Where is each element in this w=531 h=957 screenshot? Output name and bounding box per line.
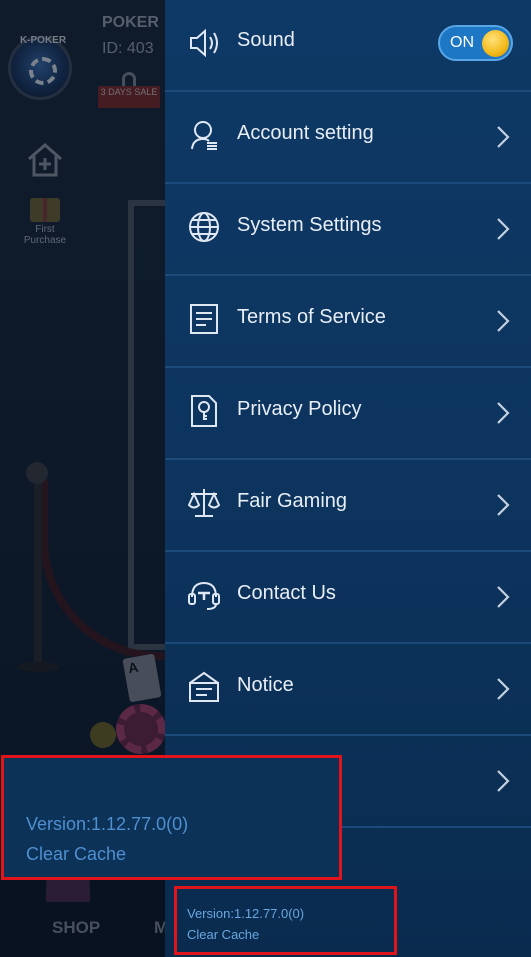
- chevron-right-icon: [497, 402, 510, 424]
- notice-icon: [189, 671, 219, 702]
- menu-item-fair-gaming[interactable]: Fair Gaming: [165, 460, 531, 552]
- menu-item-label: System Settings: [237, 214, 382, 236]
- menu-item-label: Privacy Policy: [237, 398, 362, 420]
- document-icon: [190, 304, 218, 334]
- menu-item-sound: Sound ON: [165, 0, 531, 92]
- scales-icon: [187, 489, 221, 517]
- sound-toggle-text: ON: [450, 34, 474, 51]
- toggle-knob: [482, 30, 509, 57]
- menu-item-label: Contact Us: [237, 582, 336, 604]
- menu-item-terms-of-service[interactable]: Terms of Service: [165, 276, 531, 368]
- menu-item-label: Notice: [237, 674, 294, 696]
- menu-item-label: Terms of Service: [237, 306, 386, 328]
- sound-toggle[interactable]: ON: [438, 25, 513, 61]
- chevron-right-icon: [497, 678, 510, 700]
- callout-version-text: Version:1.12.77.0(0): [26, 814, 189, 834]
- menu-item-notice[interactable]: Notice: [165, 644, 531, 736]
- chevron-right-icon: [497, 770, 510, 792]
- version-text: Version:1.12.77.0(0): [187, 906, 305, 921]
- speaker-icon: [190, 28, 218, 58]
- chevron-right-icon: [497, 494, 510, 516]
- chevron-right-icon: [497, 126, 510, 148]
- callout-clear-cache-link[interactable]: Clear Cache: [26, 844, 126, 865]
- privacy-icon: [191, 395, 217, 427]
- chevron-right-icon: [497, 310, 510, 332]
- account-icon: [191, 121, 217, 150]
- app-screen: K-POKER POKER ID: 403 3 DAYS SALE First …: [0, 0, 531, 957]
- sound-label: Sound: [237, 29, 295, 51]
- menu-item-account-setting[interactable]: Account setting: [165, 92, 531, 184]
- zoom-callout: Version:1.12.77.0(0) Clear Cache: [3, 757, 340, 878]
- chevron-right-icon: [497, 218, 510, 240]
- chevron-right-icon: [497, 586, 510, 608]
- clear-cache-link[interactable]: Clear Cache: [187, 927, 259, 942]
- menu-item-label: Fair Gaming: [237, 490, 348, 512]
- globe-icon: [189, 212, 219, 242]
- menu-item-privacy-policy[interactable]: Privacy Policy: [165, 368, 531, 460]
- menu-item-label: Account setting: [237, 122, 374, 144]
- headset-icon: [188, 581, 220, 610]
- menu-item-contact-us[interactable]: Contact Us: [165, 552, 531, 644]
- menu-item-system-settings[interactable]: System Settings: [165, 184, 531, 276]
